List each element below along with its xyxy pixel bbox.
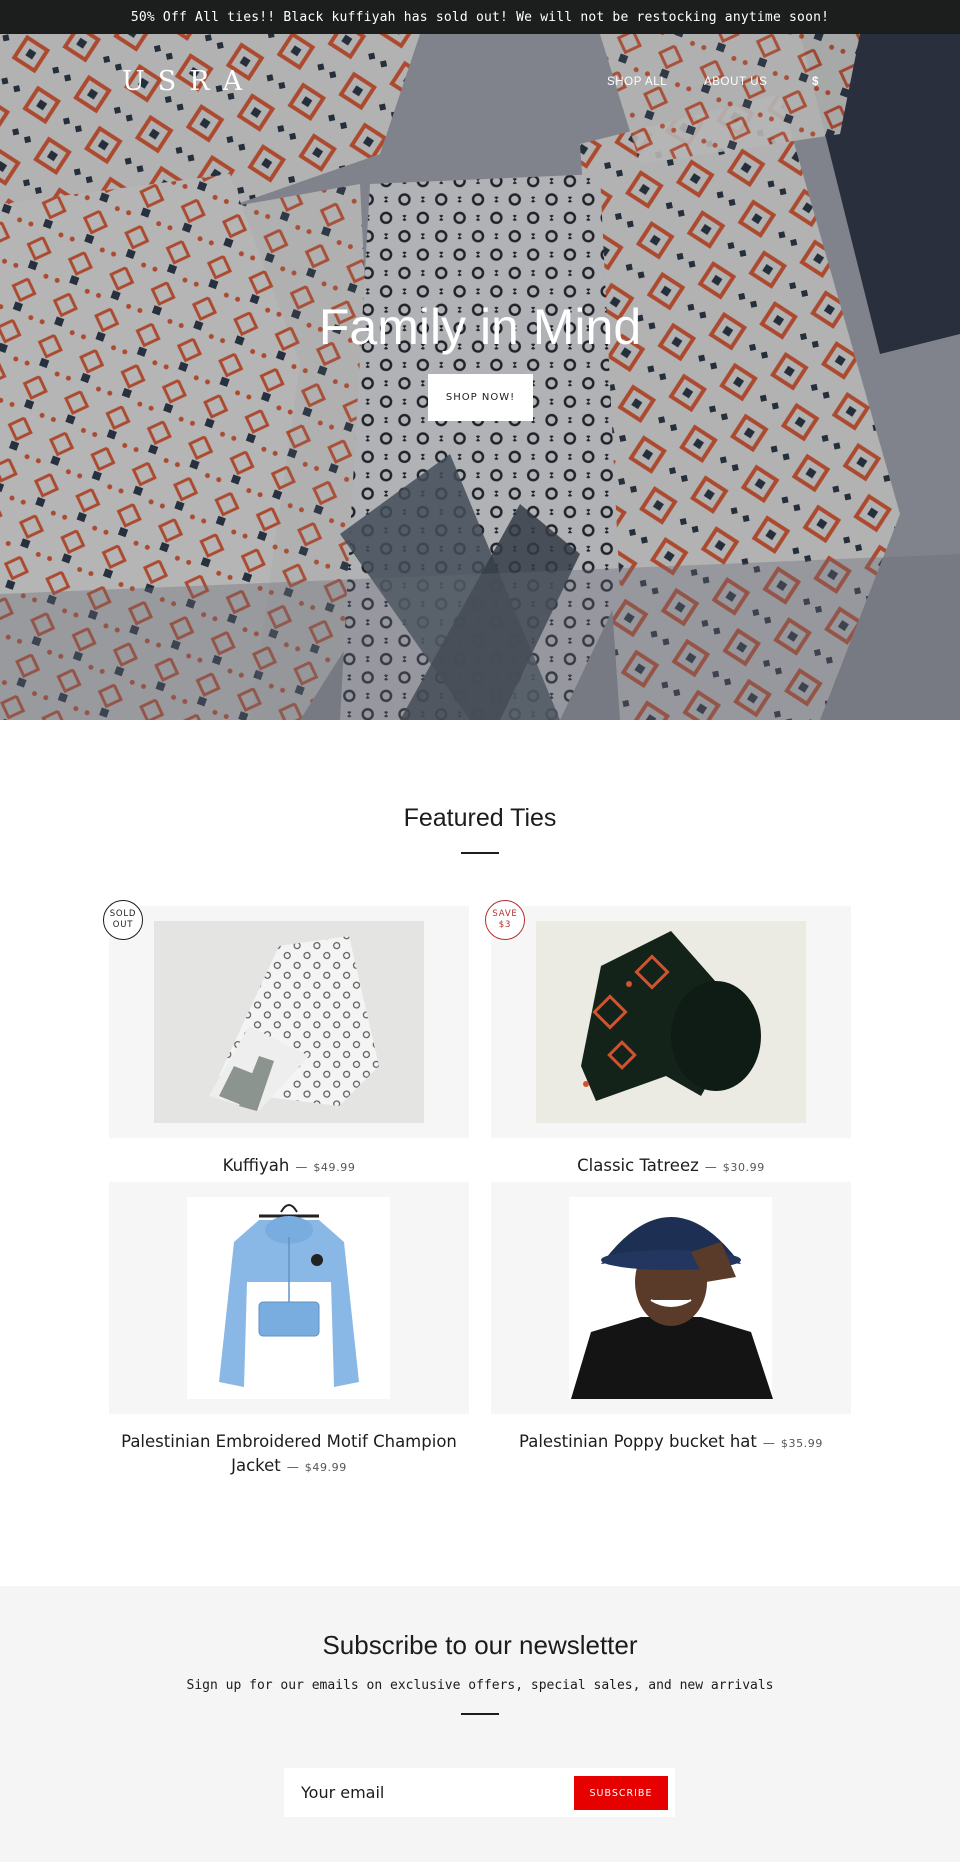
shop-now-button[interactable]: SHOP NOW! xyxy=(428,374,533,421)
section-divider xyxy=(461,1713,499,1715)
sale-badge: SAVE $3 xyxy=(485,900,525,940)
price-separator: — xyxy=(704,1160,717,1174)
product-price: $49.99 xyxy=(313,1161,356,1174)
product-name[interactable]: Classic Tatreez xyxy=(577,1156,699,1175)
newsletter-subtitle: Sign up for our emails on exclusive offe… xyxy=(186,1678,774,1693)
newsletter-title: Subscribe to our newsletter xyxy=(322,1630,638,1660)
announcement-text: 50% Off All ties!! Black kuffiyah has so… xyxy=(130,9,830,25)
product-caption: Classic Tatreez — $30.99 xyxy=(491,1154,851,1180)
featured-section-title: Featured Ties xyxy=(403,804,557,832)
section-divider xyxy=(461,852,499,854)
product-image[interactable] xyxy=(491,906,851,1138)
product-card-kuffiyah[interactable]: SOLD OUT Kuffiyah — $49.99 xyxy=(103,900,469,1206)
email-input[interactable] xyxy=(284,1768,564,1817)
newsletter-section: Subscribe to our newsletter Sign up for … xyxy=(0,1586,960,1862)
product-image[interactable] xyxy=(109,1182,469,1414)
product-name[interactable]: Kuffiyah xyxy=(223,1156,290,1175)
product-caption: Palestinian Poppy bucket hat — $35.99 xyxy=(491,1430,851,1456)
product-price: $35.99 xyxy=(780,1437,823,1450)
product-price: $49.99 xyxy=(304,1461,347,1474)
hero-title: Family in Mind xyxy=(318,299,642,355)
announcement-bar: 50% Off All ties!! Black kuffiyah has so… xyxy=(0,0,960,34)
product-card-poppy-bucket-hat[interactable]: Palestinian Poppy bucket hat — $35.99 xyxy=(491,1182,851,1482)
nav-shop-all[interactable]: SHOP ALL xyxy=(607,76,667,88)
cart-link[interactable]: $ xyxy=(812,76,819,88)
nav-about-us[interactable]: ABOUT US xyxy=(704,76,767,88)
hero-banner: USRA SHOP ALL ABOUT US $ Family in Mind … xyxy=(0,34,960,720)
newsletter-form: SUBSCRIBE xyxy=(284,1768,675,1817)
product-name[interactable]: Palestinian Poppy bucket hat xyxy=(519,1432,757,1451)
product-caption: Palestinian Embroidered Motif Champion J… xyxy=(109,1430,469,1480)
price-separator: — xyxy=(762,1436,775,1450)
main-nav: SHOP ALL ABOUT US $ xyxy=(0,76,960,96)
sold-out-badge: SOLD OUT xyxy=(103,900,143,940)
product-card-champion-jacket[interactable]: Palestinian Embroidered Motif Champion J… xyxy=(109,1182,469,1482)
product-caption: Kuffiyah — $49.99 xyxy=(109,1154,469,1180)
product-price: $30.99 xyxy=(722,1161,765,1174)
product-image[interactable] xyxy=(491,1182,851,1414)
subscribe-button[interactable]: SUBSCRIBE xyxy=(574,1776,668,1810)
product-card-classic-tatreez[interactable]: SAVE $3 Classic Tatreez — $30.99 xyxy=(485,900,851,1206)
product-image[interactable] xyxy=(109,906,469,1138)
price-separator: — xyxy=(286,1460,299,1474)
price-separator: — xyxy=(295,1160,308,1174)
